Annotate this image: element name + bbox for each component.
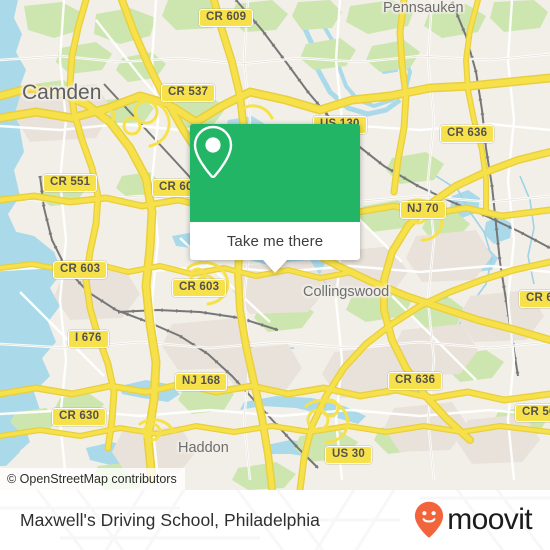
place-title: Maxwell's Driving School, Philadelphia (20, 509, 320, 530)
road-shield-i-676[interactable]: I 676 (68, 330, 109, 348)
map-screenshot: Camden Pennsauken Collingswood Haddon CR… (0, 0, 550, 550)
road-shield-cr-603-c[interactable]: CR 603 (172, 279, 227, 297)
road-shield-nj-70[interactable]: NJ 70 (400, 201, 446, 219)
road-shield-cr-636-n[interactable]: CR 636 (440, 125, 495, 143)
road-shield-cr-636-s[interactable]: CR 636 (388, 372, 443, 390)
road-shield-cr-630[interactable]: CR 630 (52, 408, 107, 426)
moovit-smiley-pin-icon (415, 501, 444, 538)
road-shield-cr-609[interactable]: CR 609 (199, 9, 254, 27)
take-me-there-label: Take me there (226, 232, 324, 250)
place-label-camden: Camden (22, 81, 102, 104)
road-shield-cr-551[interactable]: CR 551 (43, 174, 98, 192)
location-popup-card[interactable]: Take me there (190, 124, 360, 273)
popup-header (190, 124, 360, 222)
popup-pointer-tail (263, 260, 287, 273)
map-canvas[interactable]: Camden Pennsauken Collingswood Haddon CR… (0, 0, 550, 490)
road-shield-cr-537[interactable]: CR 537 (161, 84, 216, 102)
road-shield-us-30[interactable]: US 30 (325, 446, 372, 464)
road-shield-cr-62[interactable]: CR 62 (519, 290, 550, 308)
moovit-wordmark: moovit (447, 503, 532, 536)
footer-bar: Maxwell's Driving School, Philadelphia m… (0, 490, 550, 550)
place-label-pennsauken: Pennsauken (383, 0, 464, 16)
road-shield-nj-168[interactable]: NJ 168 (175, 373, 228, 391)
map-pin-icon (193, 125, 233, 179)
place-label-haddon: Haddon (178, 440, 229, 456)
place-label-collingswood: Collingswood (303, 284, 390, 300)
osm-attribution[interactable]: © OpenStreetMap contributors (0, 468, 185, 490)
moovit-logo[interactable]: moovit (414, 501, 533, 539)
road-shield-cr-561[interactable]: CR 561 (515, 404, 550, 422)
osm-attribution-text: © OpenStreetMap contributors (7, 472, 177, 486)
popup-action-bar[interactable]: Take me there (190, 222, 360, 260)
road-shield-cr-603-b[interactable]: CR 603 (53, 261, 108, 279)
